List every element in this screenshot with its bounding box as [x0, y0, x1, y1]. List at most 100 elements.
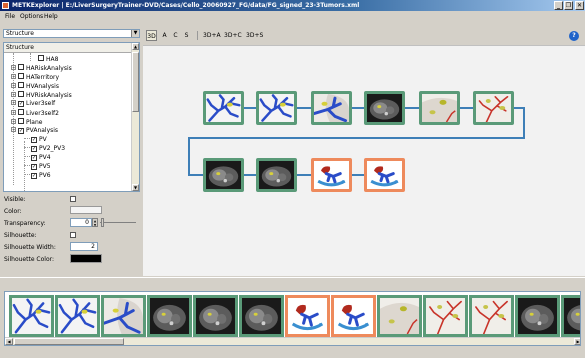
- expand-icon[interactable]: +: [11, 119, 16, 124]
- scroll-left-icon[interactable]: ◀: [5, 338, 13, 345]
- expand-icon[interactable]: +: [11, 127, 16, 132]
- tree-item-checkbox[interactable]: ✓: [31, 146, 37, 152]
- view-button-a[interactable]: A: [161, 30, 168, 41]
- filmstrip[interactable]: ◀ ▶: [4, 291, 581, 346]
- tree-item[interactable]: + HVAnalysis: [11, 82, 59, 90]
- tree-item[interactable]: + Liver3self2: [11, 109, 59, 117]
- workflow-node[interactable]: [419, 91, 460, 125]
- expand-icon[interactable]: +: [11, 110, 16, 115]
- tree-item-checkbox[interactable]: [18, 91, 24, 97]
- view-button-c[interactable]: C: [172, 30, 179, 41]
- tree-item-checkbox[interactable]: ✓: [18, 101, 24, 107]
- scroll-down-icon[interactable]: ▼: [132, 184, 139, 191]
- menu-file[interactable]: File: [5, 13, 15, 20]
- tree-item[interactable]: HA8: [38, 55, 58, 63]
- workflow-connector: [244, 174, 256, 176]
- scroll-up-icon[interactable]: ▲: [132, 43, 139, 50]
- structure-combo[interactable]: Structure ▼: [3, 29, 140, 38]
- tree-item[interactable]: + HARiskAnalysis: [11, 64, 72, 72]
- silhouette-width-field[interactable]: 2: [70, 242, 98, 251]
- workflow-node[interactable]: [473, 91, 514, 125]
- filmstrip-thumbnail[interactable]: [377, 295, 422, 337]
- filmstrip-thumbnail[interactable]: [515, 295, 560, 337]
- workflow-canvas[interactable]: [143, 45, 585, 276]
- view-button-3d-plus-c[interactable]: 3D+C: [224, 30, 242, 41]
- workflow-node[interactable]: [364, 91, 405, 125]
- tree-item[interactable]: ✓ PV6: [24, 172, 51, 180]
- menu-options[interactable]: Options: [20, 13, 43, 20]
- help-icon[interactable]: ?: [569, 31, 579, 41]
- expand-icon[interactable]: +: [11, 83, 16, 88]
- filmstrip-thumbnail[interactable]: [101, 295, 146, 337]
- scroll-right-icon[interactable]: ▶: [574, 338, 580, 345]
- filmstrip-thumbnail[interactable]: [331, 295, 376, 337]
- tree-item-checkbox[interactable]: [18, 82, 24, 88]
- workflow-node[interactable]: [203, 91, 244, 125]
- tree-item[interactable]: + HVRiskAnalysis: [11, 91, 72, 99]
- tree-item[interactable]: ✓ PV5: [24, 163, 51, 171]
- silhouette-color-swatch[interactable]: [70, 254, 102, 263]
- portal-vein-icon: [58, 298, 97, 334]
- workflow-node[interactable]: [203, 158, 244, 192]
- transparency-slider-track[interactable]: [100, 222, 136, 223]
- close-button[interactable]: ✕: [575, 1, 584, 10]
- view-button-3d-plus-a[interactable]: 3D+A: [203, 30, 221, 41]
- tree-item-checkbox[interactable]: ✓: [18, 128, 24, 134]
- tree-scroll-thumb[interactable]: [132, 52, 139, 112]
- filmstrip-thumbnail[interactable]: [147, 295, 192, 337]
- tree-item[interactable]: ✓ PV4: [24, 154, 51, 162]
- tree-item[interactable]: + HATerritory: [11, 73, 59, 81]
- transparency-spinbox[interactable]: 0: [70, 218, 92, 227]
- tree-item-checkbox[interactable]: [38, 55, 44, 61]
- tree-item[interactable]: ✓ PV2_PV3: [24, 145, 65, 153]
- filmstrip-thumbnail[interactable]: [239, 295, 284, 337]
- expand-icon[interactable]: +: [11, 74, 16, 79]
- tree-item-checkbox[interactable]: [18, 109, 24, 115]
- panel-splitter[interactable]: [0, 277, 585, 287]
- restore-button[interactable]: ❐: [564, 1, 573, 10]
- tree-item[interactable]: ✓ PV: [24, 136, 47, 144]
- workflow-node[interactable]: [311, 91, 352, 125]
- tree-scrollbar[interactable]: ▲ ▼: [131, 43, 139, 191]
- expand-icon[interactable]: +: [11, 100, 16, 105]
- filmstrip-scroll-thumb[interactable]: [14, 338, 124, 345]
- menu-help[interactable]: Help: [44, 13, 58, 20]
- portal-vein-icon: [259, 94, 294, 122]
- view-button-s[interactable]: S: [183, 30, 190, 41]
- tree-item-checkbox[interactable]: [18, 118, 24, 124]
- view-button-3d[interactable]: 3D: [146, 30, 157, 41]
- visible-checkbox[interactable]: [70, 196, 76, 202]
- structure-tree[interactable]: Structure HA8 + HARiskAnalysis + HATerritory…: [3, 42, 140, 192]
- tree-item[interactable]: + ✓ PVAnalysis: [11, 127, 58, 135]
- filmstrip-thumbnail[interactable]: [193, 295, 238, 337]
- workflow-node[interactable]: [256, 158, 297, 192]
- filmstrip-thumbnail[interactable]: [55, 295, 100, 337]
- spin-arrows-icon[interactable]: ▲ ▼: [92, 218, 98, 227]
- silhouette-checkbox[interactable]: [70, 232, 76, 238]
- transparency-slider-handle[interactable]: [101, 218, 104, 227]
- expand-icon[interactable]: +: [11, 65, 16, 70]
- color-swatch[interactable]: [70, 206, 102, 214]
- tree-item-checkbox[interactable]: ✓: [31, 155, 37, 161]
- workflow-node[interactable]: [256, 91, 297, 125]
- filmstrip-thumbnail[interactable]: [561, 295, 580, 337]
- tree-item-checkbox[interactable]: ✓: [31, 164, 37, 170]
- tree-item-checkbox[interactable]: [18, 64, 24, 70]
- workflow-node[interactable]: [364, 158, 405, 192]
- window-titlebar[interactable]: METKExplorer | E:/LiverSurgeryTrainer-DV…: [0, 0, 585, 11]
- expand-icon[interactable]: +: [11, 92, 16, 97]
- tree-item[interactable]: + ✓ Liver3self: [11, 100, 55, 108]
- filmstrip-scrollbar[interactable]: ◀ ▶: [5, 337, 580, 345]
- filmstrip-thumbnail[interactable]: [423, 295, 468, 337]
- tree-item-checkbox[interactable]: ✓: [31, 173, 37, 179]
- filmstrip-thumbnail[interactable]: [9, 295, 54, 337]
- filmstrip-thumbnail[interactable]: [285, 295, 330, 337]
- workflow-node[interactable]: [311, 158, 352, 192]
- view-button-3d-plus-s[interactable]: 3D+S: [246, 30, 263, 41]
- chevron-down-icon[interactable]: ▼: [131, 30, 139, 37]
- filmstrip-thumbnail[interactable]: [469, 295, 514, 337]
- tree-item-checkbox[interactable]: ✓: [31, 137, 37, 143]
- tree-item-checkbox[interactable]: [18, 73, 24, 79]
- minimize-button[interactable]: _: [554, 1, 563, 10]
- tree-item[interactable]: + Plane: [11, 118, 42, 126]
